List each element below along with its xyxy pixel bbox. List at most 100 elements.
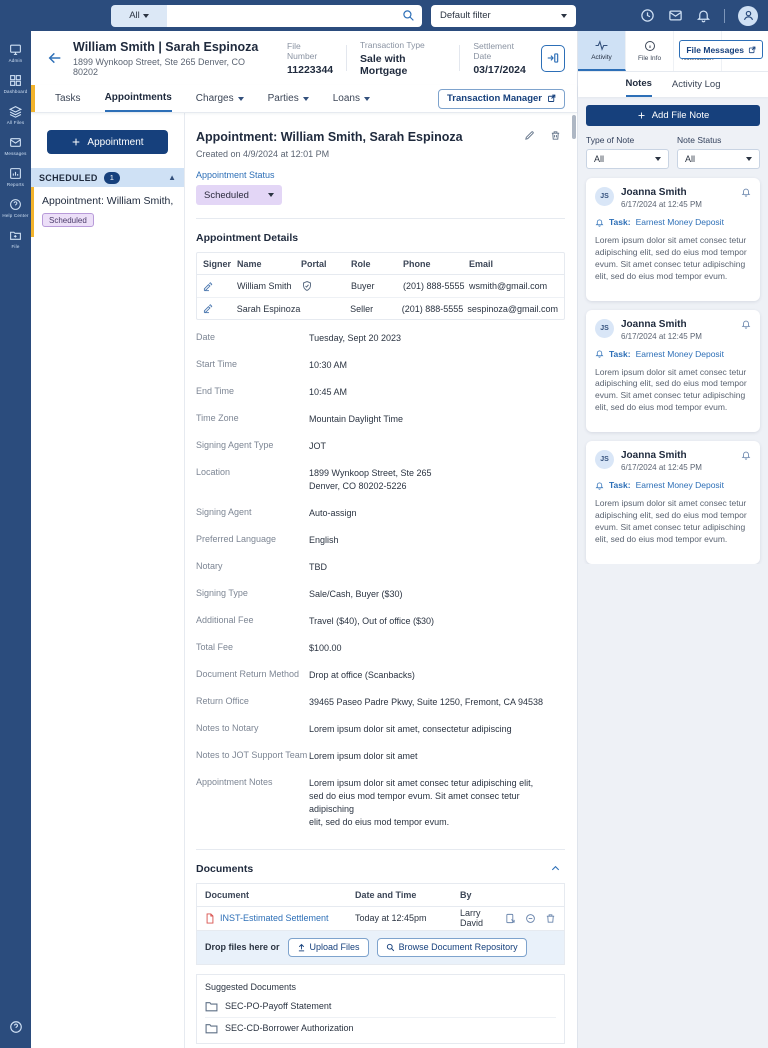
search-icon[interactable] — [402, 9, 415, 22]
note-body: Lorem ipsum dolor sit amet consec tetur … — [595, 366, 747, 413]
field-row: Additional Fee Travel ($40), Out of offic… — [196, 608, 565, 635]
history-icon[interactable] — [640, 8, 655, 23]
global-search: All — [111, 4, 422, 27]
subtab-notes[interactable]: Notes — [625, 72, 652, 97]
field-row: Return Office 39465 Paseo Padre Pkwy, Sui… — [196, 689, 565, 716]
suggested-document-item[interactable]: SEC-CD-Borrower Authorization — [205, 1016, 556, 1039]
reminder-bell-icon[interactable] — [741, 187, 751, 197]
notifications-bell-icon[interactable] — [696, 8, 711, 23]
appointment-status-label: Appointment Status — [196, 170, 275, 180]
browse-repository-button[interactable]: Browse Document Repository — [376, 937, 527, 957]
collapse-panel-button[interactable] — [541, 44, 565, 72]
back-arrow-icon[interactable] — [47, 50, 63, 66]
subtab-activity-log[interactable]: Activity Log — [672, 72, 721, 97]
field-row: Signing Agent Type JOT — [196, 432, 565, 459]
upload-icon — [298, 943, 304, 952]
user-avatar[interactable] — [738, 5, 758, 26]
remove-circle-icon[interactable] — [525, 913, 536, 924]
accent-bar — [31, 85, 35, 112]
signature-pen-icon[interactable] — [203, 281, 237, 292]
sidebar-item-admin[interactable]: Admin — [9, 43, 23, 63]
delete-trash-icon[interactable] — [545, 913, 556, 924]
tab-file-info[interactable]: File Info — [626, 31, 674, 71]
document-link[interactable]: INST-Estimated Settlement — [220, 913, 329, 923]
upload-files-button[interactable]: Upload Files — [287, 937, 369, 957]
activity-tab-bar: Activity File Info Notification File Mes… — [578, 31, 768, 72]
appointment-item-title: Appointment: William Smith, Sar... — [42, 195, 176, 207]
tab-appointments[interactable]: Appointments — [104, 85, 172, 112]
field-row: End Time 10:45 AM — [196, 378, 565, 405]
field-row: Start Time 10:30 AM — [196, 351, 565, 378]
filter-value: Default filter — [440, 10, 491, 21]
help-icon[interactable] — [9, 1020, 23, 1034]
tab-activity[interactable]: Activity — [578, 31, 626, 71]
sidebar-item-dashboard[interactable]: Dashboard — [4, 74, 28, 94]
signature-pen-icon[interactable] — [203, 303, 237, 314]
field-label: Return Office — [196, 696, 249, 707]
note-status-dropdown[interactable]: All — [677, 149, 760, 169]
sidebar-item-all-files[interactable]: All Files — [7, 105, 25, 125]
appointment-list-item[interactable]: Appointment: William Smith, Sar... Sched… — [31, 187, 184, 237]
sidebar-item-reports[interactable]: Reports — [7, 167, 24, 187]
chevron-up-icon[interactable] — [550, 863, 565, 874]
tab-label: Parties — [267, 93, 299, 104]
type-of-note-dropdown[interactable]: All — [586, 149, 669, 169]
field-value: 10:45 AM — [309, 386, 348, 397]
filter-dropdown[interactable]: Default filter — [431, 4, 576, 27]
search-input[interactable] — [167, 4, 422, 27]
status-badge: Scheduled — [42, 213, 94, 227]
field-row: Signing Type Sale/Cash, Buyer ($30) — [196, 580, 565, 607]
tab-tasks[interactable]: Tasks — [55, 85, 81, 112]
file-note-card: JS Joanna Smith 6/17/2024 at 12:45 PM Ta… — [586, 178, 760, 301]
chevron-down-icon — [268, 193, 274, 197]
appointment-status-dropdown[interactable]: Scheduled — [196, 185, 282, 205]
delete-trash-icon[interactable] — [550, 130, 561, 141]
chevron-down-icon — [363, 96, 370, 101]
mail-icon[interactable] — [668, 8, 683, 23]
sidebar-item-label: Reports — [6, 182, 25, 187]
column-header: Role — [351, 258, 371, 269]
note-task-link[interactable]: Task: Earnest Money Deposit — [595, 349, 751, 359]
chevron-down-icon — [655, 157, 661, 161]
column-header: Phone — [403, 258, 431, 269]
add-file-note-button[interactable]: Add File Note — [586, 105, 760, 126]
document-preview-icon[interactable] — [505, 913, 516, 924]
task-bell-icon — [595, 219, 604, 227]
folder-icon — [205, 1024, 218, 1034]
tab-charges[interactable]: Charges — [196, 85, 244, 112]
documents-heading: Documents — [196, 862, 254, 875]
dropzone-text: Drop files here or — [205, 942, 280, 953]
edit-pencil-icon[interactable] — [524, 130, 535, 141]
suggested-document-item[interactable]: SEC-PO-Payoff Statement — [205, 996, 556, 1017]
note-task-link[interactable]: Task: Earnest Money Deposit — [595, 217, 751, 227]
field-value: Lorem ipsum dolor sit amet, consectetur … — [309, 724, 512, 735]
column-header: Portal — [301, 258, 327, 269]
scrollbar-thumb[interactable] — [572, 115, 576, 139]
transaction-manager-button[interactable]: Transaction Manager — [437, 88, 565, 109]
field-value: Tuesday, Sept 20 2023 — [309, 332, 402, 343]
reminder-bell-icon[interactable] — [741, 319, 751, 329]
field-label: Signing Agent — [196, 506, 252, 517]
button-label: File Messages — [686, 44, 744, 55]
field-label: Notes to JOT Support Team — [196, 750, 308, 761]
sidebar-item-messages[interactable]: Messages — [4, 136, 26, 156]
file-dropzone[interactable]: Drop files here or Upload Files Browse D… — [197, 929, 564, 964]
signer-email: sespinoza@gmail.com — [467, 303, 558, 314]
search-scope-dropdown[interactable]: All — [111, 4, 167, 27]
folder-arrow-icon — [9, 229, 22, 242]
tab-parties[interactable]: Parties — [268, 85, 309, 112]
subtab-label: Notes — [625, 78, 652, 89]
note-task-link[interactable]: Task: Earnest Money Deposit — [595, 480, 751, 490]
button-label: Upload Files — [309, 942, 360, 953]
sidebar-item-help-center[interactable]: Help Center — [2, 198, 28, 218]
file-messages-button[interactable]: File Messages — [679, 40, 763, 59]
field-value: Drop at office (Scanbacks) — [309, 670, 415, 681]
divider — [724, 8, 725, 23]
scheduled-group-header[interactable]: SCHEDULED 1 ▲ — [31, 168, 184, 187]
sidebar-item-file[interactable]: File — [9, 229, 22, 249]
add-appointment-button[interactable]: Appointment — [47, 130, 168, 154]
chevron-down-icon — [302, 96, 309, 101]
field-row: Appointment Notes Lorem ipsum dolor sit a… — [196, 770, 565, 836]
tab-loans[interactable]: Loans — [333, 85, 370, 112]
reminder-bell-icon[interactable] — [741, 450, 751, 460]
